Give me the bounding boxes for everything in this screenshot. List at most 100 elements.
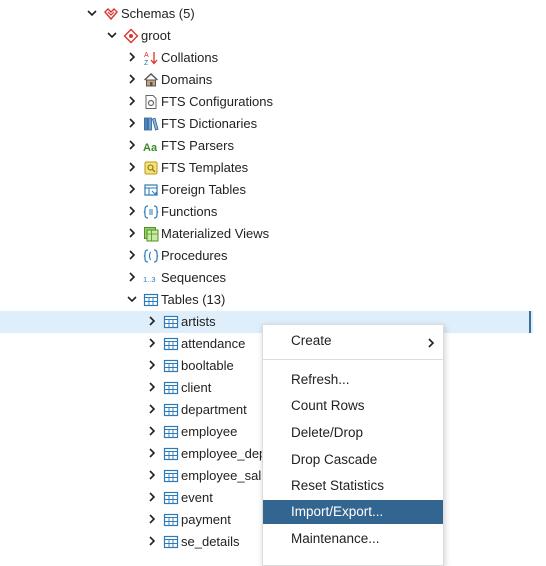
table-icon: [163, 534, 179, 550]
chevron-right-icon[interactable]: [127, 96, 137, 106]
menu-item-reset-statistics[interactable]: Reset Statistics: [263, 474, 443, 498]
chevron-right-icon[interactable]: [147, 382, 157, 392]
chevron-right-icon[interactable]: [127, 162, 137, 172]
tree-node-label: Materialized Views: [161, 226, 270, 241]
tree-node-schema-groot[interactable]: groot: [0, 25, 533, 47]
tree-node-materialized-views[interactable]: Materialized Views: [0, 223, 533, 245]
svg-text:Z: Z: [144, 60, 149, 66]
tree-node-label: Sequences: [161, 270, 227, 285]
table-icon: [163, 402, 179, 418]
tree-node-label: FTS Parsers: [161, 138, 234, 153]
chevron-right-icon[interactable]: [127, 228, 137, 238]
chevron-right-icon[interactable]: [147, 360, 157, 370]
chevron-down-icon[interactable]: [107, 30, 117, 40]
chevron-right-icon[interactable]: [127, 52, 137, 62]
menu-item-label: Refresh...: [291, 372, 350, 387]
tables-icon: [143, 292, 159, 308]
tree-node-procedures[interactable]: Procedures: [0, 245, 533, 267]
tree-node-fts-configurations[interactable]: FTS Configurations: [0, 91, 533, 113]
chevron-right-icon[interactable]: [127, 74, 137, 84]
tree-node-tables[interactable]: Tables (13): [0, 289, 533, 311]
chevron-down-icon[interactable]: [127, 294, 137, 304]
table-icon: [163, 336, 179, 352]
chevron-right-icon[interactable]: [127, 140, 137, 150]
table-name: attendance: [181, 336, 246, 351]
tree-node-label: Tables (13): [161, 292, 226, 307]
chevron-right-icon[interactable]: [127, 272, 137, 282]
tree-node-label: FTS Templates: [161, 160, 249, 175]
menu-item-label: Drop Cascade: [291, 452, 378, 467]
table-name: se_details: [181, 534, 240, 549]
fts-dictionary-icon: [143, 116, 159, 132]
tree-node-label: Foreign Tables: [161, 182, 247, 197]
table-name: booltable: [181, 358, 234, 373]
tree-node-foreign-tables[interactable]: Foreign Tables: [0, 179, 533, 201]
tree-node-label: Procedures: [161, 248, 228, 263]
menu-item-count-rows[interactable]: Count Rows: [263, 394, 443, 418]
menu-item-refresh[interactable]: Refresh...: [263, 368, 443, 392]
chevron-right-icon[interactable]: [147, 426, 157, 436]
menu-item-maintenance[interactable]: Maintenance...: [263, 527, 443, 551]
menu-item-label: Reset Statistics: [291, 478, 385, 493]
table-name: event: [181, 490, 213, 505]
menu-item-label: Count Rows: [291, 398, 365, 413]
table-icon: [163, 424, 179, 440]
chevron-right-icon: [427, 336, 435, 351]
tree-node-fts-templates[interactable]: FTS Templates: [0, 157, 533, 179]
svg-text:Aa: Aa: [143, 142, 158, 154]
schema-icon: [123, 28, 139, 44]
tree-node-collations[interactable]: A Z Collations: [0, 47, 533, 69]
chevron-down-icon[interactable]: [87, 8, 97, 18]
foreign-table-icon: [143, 182, 159, 198]
tree-node-schemas[interactable]: Schemas (5): [0, 3, 533, 25]
chevron-right-icon[interactable]: [127, 184, 137, 194]
table-icon: [163, 468, 179, 484]
menu-item-label: Delete/Drop: [291, 425, 364, 440]
menu-item-create[interactable]: Create: [263, 329, 443, 353]
tree-node-label: Domains: [161, 72, 213, 87]
menu-item-import-export[interactable]: Import/Export...: [263, 500, 443, 524]
table-name: employee: [181, 424, 238, 439]
table-icon: [163, 314, 179, 330]
chevron-right-icon[interactable]: [147, 338, 157, 348]
table-icon: [163, 490, 179, 506]
table-name: client: [181, 380, 212, 395]
svg-text:A: A: [144, 52, 149, 59]
menu-item-label: Create: [291, 333, 332, 348]
tree-node-label: groot: [141, 28, 171, 43]
selection-indicator: [529, 311, 531, 333]
table-name: artists: [181, 314, 216, 329]
tree-node-label: Functions: [161, 204, 218, 219]
chevron-right-icon[interactable]: [147, 492, 157, 502]
procedure-icon: [143, 248, 159, 264]
chevron-right-icon[interactable]: [127, 206, 137, 216]
menu-separator: [263, 359, 443, 360]
chevron-right-icon[interactable]: [147, 514, 157, 524]
chevron-right-icon[interactable]: [127, 250, 137, 260]
tree-node-fts-dictionaries[interactable]: FTS Dictionaries: [0, 113, 533, 135]
chevron-right-icon[interactable]: [147, 404, 157, 414]
schemas-icon: [103, 6, 119, 22]
tree-node-fts-parsers[interactable]: Aa FTS Parsers: [0, 135, 533, 157]
domain-icon: [143, 72, 159, 88]
tree-node-functions[interactable]: Functions: [0, 201, 533, 223]
table-icon: [163, 446, 179, 462]
chevron-right-icon[interactable]: [147, 470, 157, 480]
menu-item-drop-cascade[interactable]: Drop Cascade: [263, 448, 443, 472]
table-name: department: [181, 402, 247, 417]
table-icon: [163, 358, 179, 374]
chevron-right-icon[interactable]: [147, 316, 157, 326]
table-icon: [163, 380, 179, 396]
tree-node-label: Schemas (5): [121, 6, 195, 21]
table-name: employee_sal: [181, 468, 262, 483]
table-icon: [163, 512, 179, 528]
chevron-right-icon[interactable]: [147, 536, 157, 546]
tree-node-label: FTS Dictionaries: [161, 116, 258, 131]
menu-item-delete-drop[interactable]: Delete/Drop: [263, 421, 443, 445]
tree-node-domains[interactable]: Domains: [0, 69, 533, 91]
tree-node-sequences[interactable]: 1..3 Sequences: [0, 267, 533, 289]
chevron-right-icon[interactable]: [147, 448, 157, 458]
fts-template-icon: [143, 160, 159, 176]
svg-text:1..3: 1..3: [143, 275, 156, 284]
chevron-right-icon[interactable]: [127, 118, 137, 128]
